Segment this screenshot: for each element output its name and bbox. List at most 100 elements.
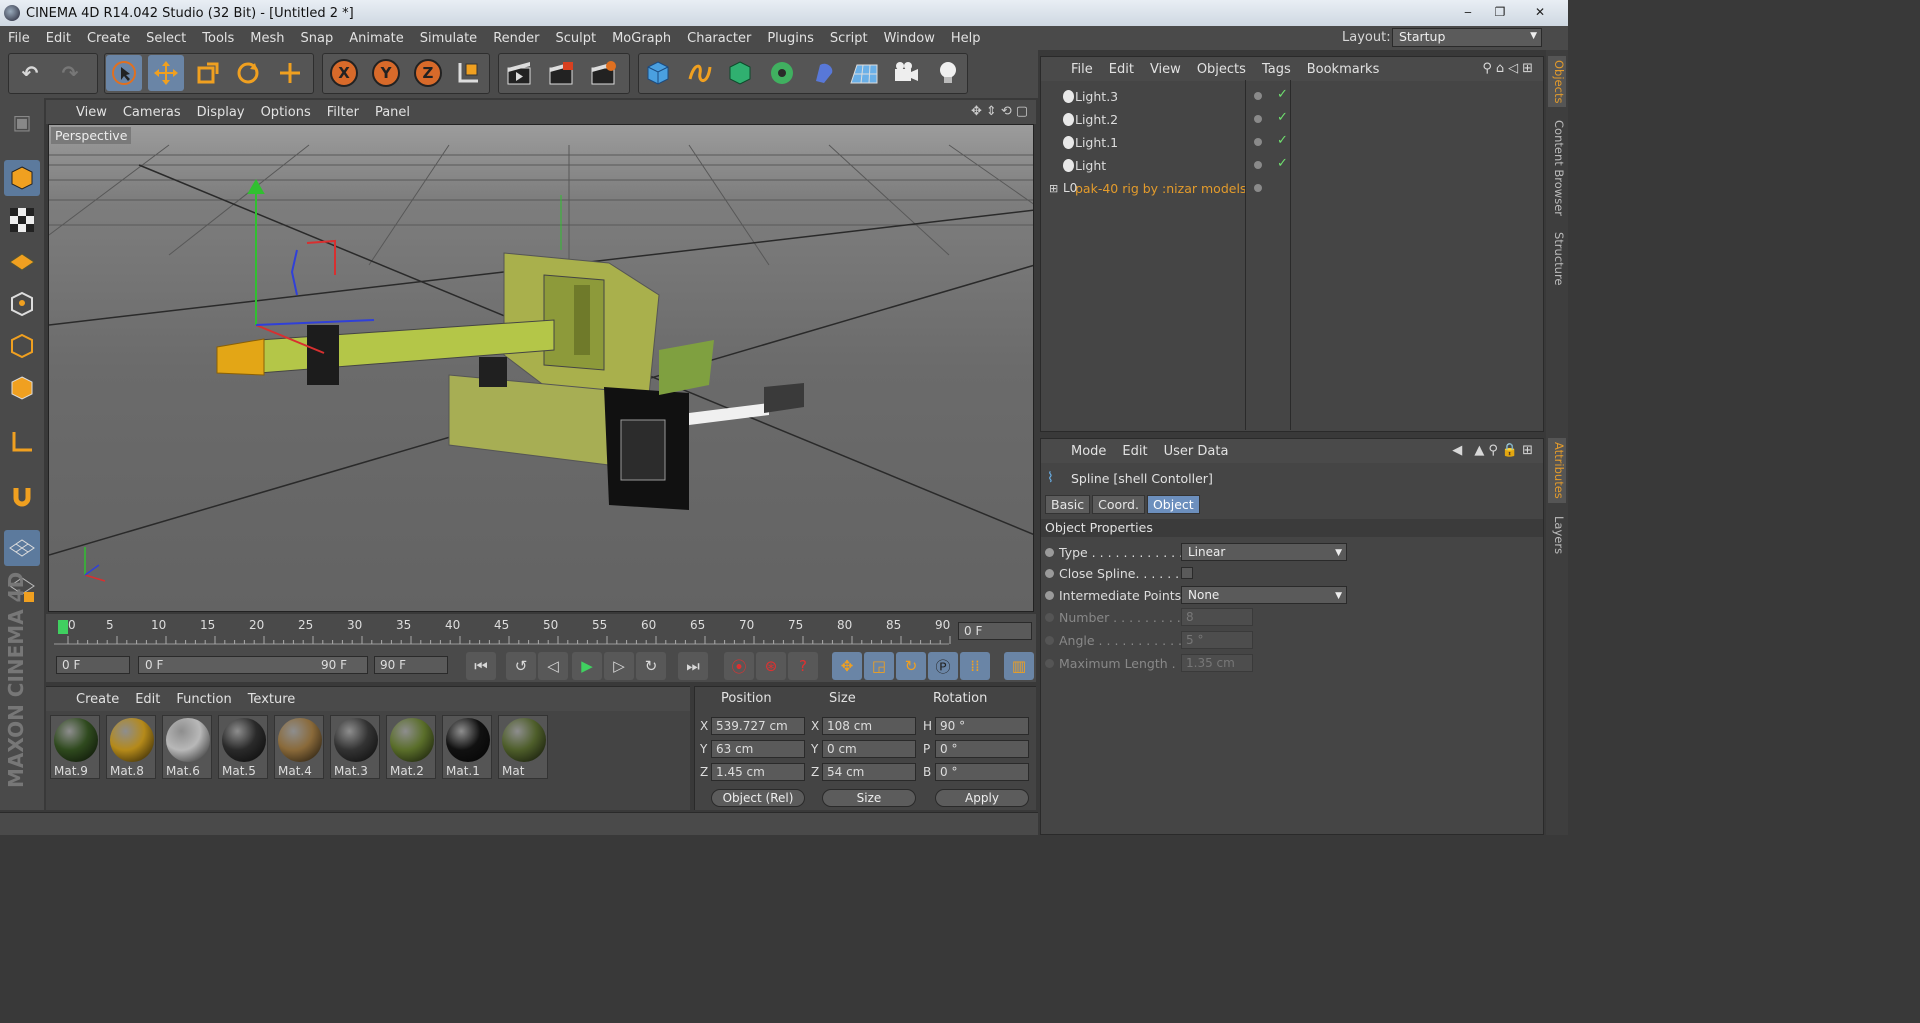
menu-create[interactable]: Create [79,31,138,46]
om-menu-file[interactable]: File [1063,62,1101,77]
object-row-light2[interactable]: Light.2 [1049,108,1543,130]
material-swatch[interactable]: Mat.6 [162,715,212,779]
render-view-icon[interactable] [502,55,538,91]
object-name[interactable]: Light [1075,158,1106,173]
snap-grid-icon[interactable] [4,530,40,566]
key-rotation-icon[interactable]: ↻ [896,652,926,680]
menu-help[interactable]: Help [943,31,989,46]
make-editable-icon[interactable]: ▣ [4,104,40,140]
keyframe-selection-icon[interactable]: ? [788,652,818,680]
material-swatch[interactable]: Mat [498,715,548,779]
side-tab-objects[interactable]: Objects [1548,56,1566,108]
timeline-ruler[interactable]: 0 5 10 15 20 25 30 35 40 45 50 55 60 65 … [46,614,1036,654]
tab-object[interactable]: Object [1146,495,1200,514]
coord-mode-select[interactable]: Object (Rel) [711,789,805,807]
object-row-light[interactable]: Light [1049,154,1543,176]
material-swatch[interactable]: Mat.4 [274,715,324,779]
animate-dot[interactable] [1045,569,1054,578]
object-name[interactable]: Light.2 [1075,112,1118,127]
polygons-mode-icon[interactable] [4,370,40,406]
menu-sculpt[interactable]: Sculpt [547,31,604,46]
menu-mesh[interactable]: Mesh [242,31,292,46]
menu-plugins[interactable]: Plugins [759,31,822,46]
am-menu-mode[interactable]: Mode [1063,444,1114,459]
z-axis-lock-button[interactable]: Z [410,55,446,91]
close-icon[interactable]: ✕ [1518,2,1562,22]
frame-range-slider[interactable]: 0 F 90 F [138,656,368,674]
om-menu-bookmarks[interactable]: Bookmarks [1299,62,1388,77]
next-frame-icon[interactable]: ▷ [604,652,634,680]
vp-menu-display[interactable]: Display [189,105,253,120]
pos-x-field[interactable]: 539.727 cm [711,717,805,735]
size-mode-select[interactable]: Size [822,789,916,807]
previous-key-icon[interactable]: ↺ [506,652,536,680]
spline-pen-icon[interactable] [682,55,718,91]
model-pak40[interactable] [216,252,804,510]
points-mode-icon[interactable] [4,286,40,322]
key-pla-icon[interactable]: ⁞⁞ [960,652,990,680]
menu-simulate[interactable]: Simulate [412,31,485,46]
texture-mode-icon[interactable] [4,202,40,238]
type-select[interactable]: Linear [1181,543,1347,561]
render-to-picture-viewer-icon[interactable] [544,55,580,91]
y-axis-lock-button[interactable]: Y [368,55,404,91]
play-icon[interactable]: ▶ [572,652,602,680]
om-menu-tags[interactable]: Tags [1254,62,1299,77]
material-swatch[interactable]: Mat.8 [106,715,156,779]
perspective-viewport[interactable]: Perspective [48,124,1034,612]
menu-select[interactable]: Select [138,31,194,46]
om-menu-edit[interactable]: Edit [1101,62,1142,77]
axis-mode-icon[interactable] [4,424,40,460]
cube-primitive-icon[interactable] [640,55,676,91]
material-swatch[interactable]: Mat.5 [218,715,268,779]
deformer-icon[interactable] [806,55,842,91]
object-name[interactable]: Light.3 [1075,89,1118,104]
record-active-icon[interactable]: ⦿ [724,652,754,680]
mat-menu-function[interactable]: Function [168,692,239,707]
pos-z-field[interactable]: 1.45 cm [711,763,805,781]
am-menu-user-data[interactable]: User Data [1156,444,1237,459]
enabled-check-icon[interactable]: ✓ [1277,133,1288,148]
pos-y-field[interactable]: 63 cm [711,740,805,758]
side-tab-content-browser[interactable]: Content Browser [1548,116,1566,220]
enabled-check-icon[interactable]: ✓ [1277,87,1288,102]
redo-icon[interactable]: ↷ [52,55,88,91]
animate-dot[interactable] [1045,613,1054,622]
material-swatch[interactable]: Mat.9 [50,715,100,779]
tab-basic[interactable]: Basic [1045,495,1091,514]
visibility-dot[interactable] [1254,138,1262,146]
animate-dot[interactable] [1045,636,1054,645]
render-settings-icon[interactable] [586,55,622,91]
vp-menu-cameras[interactable]: Cameras [115,105,189,120]
go-to-start-icon[interactable]: ⏮ [466,652,496,680]
restore-icon[interactable]: ❐ [1486,2,1514,22]
minimize-icon[interactable]: ‒ [1454,2,1482,22]
visibility-dot[interactable] [1254,184,1262,192]
menu-tools[interactable]: Tools [194,31,242,46]
material-swatch[interactable]: Mat.3 [330,715,380,779]
close-spline-checkbox[interactable] [1181,567,1193,579]
key-scale-icon[interactable]: ◲ [864,652,894,680]
animate-dot[interactable] [1045,659,1054,668]
floor-scene-icon[interactable] [846,55,882,91]
side-tab-layers[interactable]: Layers [1548,512,1566,558]
go-to-end-icon[interactable]: ⏭ [678,652,708,680]
angle-field[interactable]: 5 ° [1181,631,1253,649]
key-position-icon[interactable]: ✥ [832,652,862,680]
rotate-tool-icon[interactable] [230,55,266,91]
edges-mode-icon[interactable] [4,328,40,364]
size-y-field[interactable]: 0 cm [822,740,916,758]
menu-edit[interactable]: Edit [38,31,79,46]
menu-file[interactable]: File [0,31,38,46]
enabled-check-icon[interactable]: ✓ [1277,110,1288,125]
autokey-icon[interactable]: ⊛ [756,652,786,680]
object-row-pak40-rig[interactable]: ⊞ L0 pak-40 rig by :nizar models [1049,177,1543,199]
undo-icon[interactable]: ↶ [12,55,48,91]
start-frame-field[interactable]: 0 F [56,656,130,674]
side-tab-structure[interactable]: Structure [1548,228,1566,290]
menu-mograph[interactable]: MoGraph [604,31,679,46]
scale-tool-icon[interactable] [190,55,226,91]
menu-window[interactable]: Window [876,31,943,46]
recent-tool-icon[interactable] [272,55,308,91]
rot-b-field[interactable]: 0 ° [935,763,1029,781]
